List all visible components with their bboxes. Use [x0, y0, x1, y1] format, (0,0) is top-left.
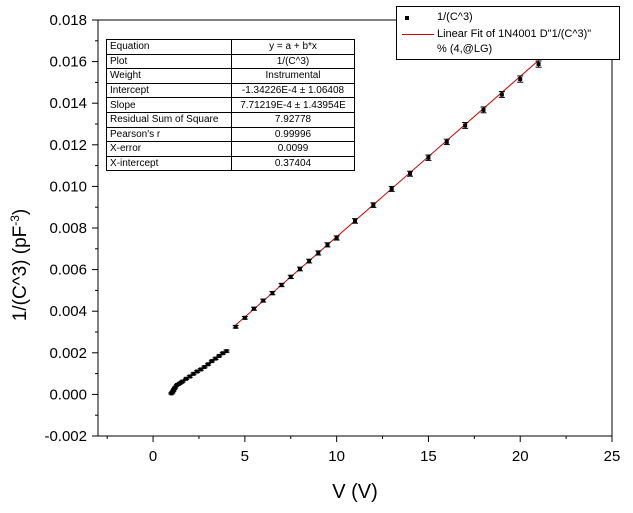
- fit-table-row: Slope 7.71219E-4 ± 1.43954E: [106, 97, 355, 113]
- data-point: [407, 170, 414, 177]
- fit-table-value: 0.0099: [231, 141, 355, 157]
- point-marker: [288, 274, 293, 279]
- svg-text:1/(C^3) (pF-3): 1/(C^3) (pF-3): [8, 209, 31, 321]
- y-tick-label: -0.002: [44, 428, 87, 445]
- x-tick-label: 5: [241, 448, 249, 465]
- fit-table-key: Equation: [106, 39, 232, 55]
- point-marker: [270, 291, 275, 296]
- data-point: [517, 75, 524, 83]
- x-tick-label: 20: [512, 448, 529, 465]
- y-tick-label: 0.008: [49, 220, 87, 237]
- fit-table-key: Residual Sum of Square: [106, 111, 232, 128]
- y-tick-label: 0.012: [49, 137, 87, 154]
- point-marker: [279, 282, 284, 287]
- point-marker: [224, 349, 229, 354]
- fit-table-row: Pearson's r 0.99996: [106, 126, 355, 143]
- fit-table-key: Weight: [106, 68, 232, 84]
- fit-table-value: Instrumental: [231, 68, 355, 84]
- legend-label-points: 1/(C^3): [437, 11, 473, 23]
- y-tick-label: 0.006: [49, 262, 87, 279]
- fit-table-key: Slope: [106, 97, 232, 113]
- x-axis-title: V (V): [332, 481, 378, 503]
- point-marker: [180, 379, 185, 384]
- y-axis-title-exponent: -3: [8, 215, 22, 226]
- fit-table-row: X-intercept 0.37404: [106, 155, 355, 172]
- point-marker: [353, 218, 357, 223]
- legend-label-fit: Linear Fit of 1N4001 D"1/(C^3)": [437, 28, 592, 40]
- y-tick-label: 0.014: [49, 95, 87, 112]
- fit-table-row: X-error 0.0099: [106, 141, 355, 157]
- point-marker: [206, 362, 211, 367]
- data-point: [223, 349, 230, 354]
- fit-table-key: Plot: [106, 53, 232, 70]
- legend-marker-points: [405, 16, 409, 20]
- y-tick-label: 0.000: [49, 386, 87, 403]
- point-marker: [389, 186, 394, 191]
- point-marker: [426, 155, 431, 160]
- x-tick-label: 15: [420, 448, 437, 465]
- data-point: [296, 266, 303, 272]
- x-tick-label: 25: [604, 448, 621, 465]
- point-marker: [316, 250, 321, 255]
- y-tick-label: 0.010: [49, 178, 87, 195]
- fit-table-row: Equation y = a + b*x: [106, 39, 355, 55]
- fit-table-value: 1/(C^3): [231, 53, 355, 70]
- y-tick-label: 0.002: [49, 345, 87, 362]
- point-marker: [371, 203, 376, 208]
- fit-table-row: Residual Sum of Square 7.92778: [106, 111, 355, 128]
- y-tick-label: 0.018: [49, 12, 87, 29]
- point-marker: [233, 324, 238, 329]
- x-tick-label: 10: [328, 448, 345, 465]
- y-axis-title-close: ): [10, 209, 31, 215]
- point-marker: [408, 171, 413, 176]
- y-tick-label: 0.004: [49, 303, 87, 320]
- fit-table-value: y = a + b*x: [231, 39, 355, 55]
- data-point: [251, 306, 258, 311]
- fit-table-key: Pearson's r: [106, 126, 232, 143]
- fit-table-key: Intercept: [106, 82, 232, 99]
- data-point: [241, 315, 248, 320]
- fit-table-row: Plot 1/(C^3): [106, 53, 355, 70]
- legend-marker-fit-line: [402, 34, 434, 35]
- fit-table-value: 0.99996: [231, 126, 355, 143]
- legend: 1/(C^3) Linear Fit of 1N4001 D"1/(C^3)" …: [396, 6, 620, 60]
- data-point: [462, 122, 469, 129]
- y-axis-title: 1/(C^3) (pF-3): [8, 209, 31, 321]
- data-point: [425, 154, 432, 161]
- fit-table-value: 0.37404: [231, 155, 355, 172]
- data-point: [269, 290, 276, 296]
- point-marker: [499, 92, 504, 97]
- fit-table-value: 7.92778: [231, 111, 355, 128]
- fit-table-key: X-intercept: [106, 155, 232, 172]
- point-marker: [444, 139, 449, 144]
- legend-label-fit-cont: % (4,@LG): [437, 43, 493, 55]
- y-tick-label: 0.016: [49, 54, 87, 71]
- point-marker: [261, 298, 266, 303]
- point-marker: [536, 62, 541, 67]
- point-marker: [334, 235, 339, 240]
- data-point: [306, 258, 313, 264]
- data-point: [260, 298, 267, 303]
- point-marker: [297, 266, 302, 271]
- fit-table-value: 7.71219E-4 ± 1.43954E: [231, 97, 355, 113]
- point-marker: [307, 259, 312, 264]
- point-marker: [252, 306, 257, 311]
- data-point: [232, 324, 239, 329]
- point-marker: [518, 77, 523, 82]
- point-marker: [481, 107, 486, 112]
- fit-table-row: Intercept -1.34226E-4 ± 1.06408: [106, 82, 355, 99]
- data-point: [278, 282, 285, 288]
- fit-table-value: -1.34226E-4 ± 1.06408: [231, 82, 355, 99]
- linear-fit-table: Equation y = a + b*x Plot 1/(C^3) Weight Inst…: [106, 39, 355, 172]
- point-marker: [242, 315, 247, 320]
- y-axis-title-main: 1/(C^3) (pF: [10, 226, 31, 321]
- fit-table-row: Weight Instrumental: [106, 68, 355, 84]
- point-marker: [463, 123, 468, 128]
- point-marker: [325, 242, 330, 247]
- data-point: [287, 274, 294, 280]
- x-tick-label: 0: [149, 448, 157, 465]
- fit-table-key: X-error: [106, 141, 232, 157]
